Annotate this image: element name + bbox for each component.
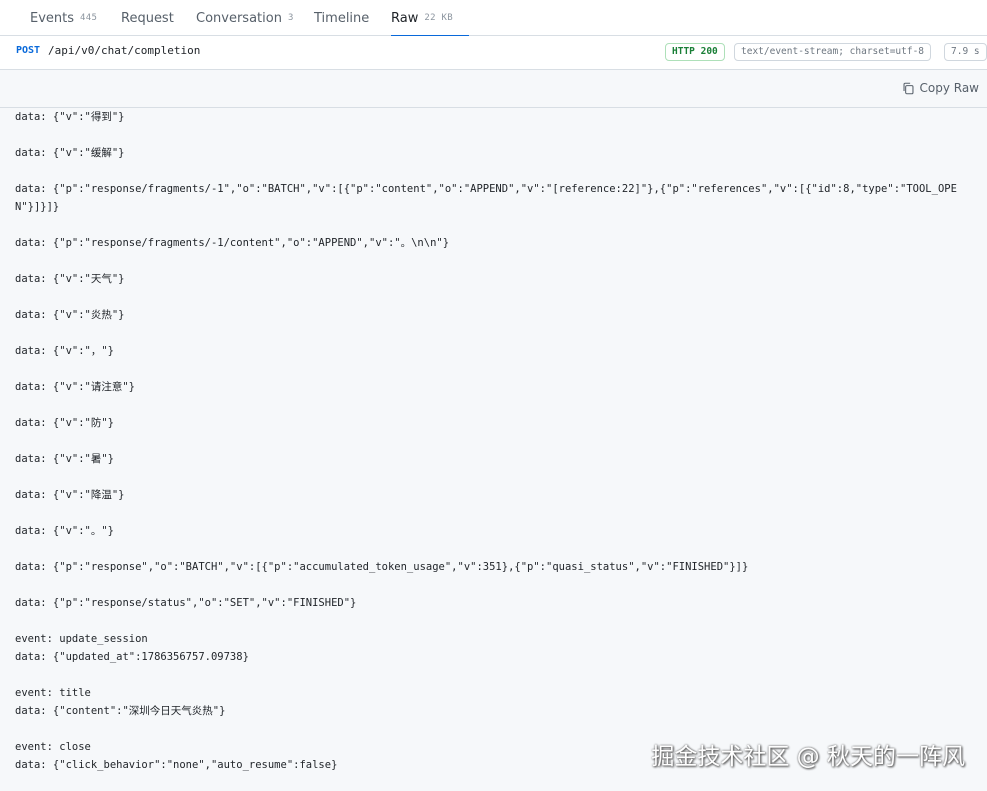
raw-line [15,432,975,450]
tab-timeline[interactable]: Timeline [314,0,369,36]
tab-label: Conversation [196,10,282,26]
raw-line: data: {"v":"。"} [15,525,115,537]
tab-events[interactable]: Events 445 [30,0,97,36]
raw-line: event: update_session [15,633,148,645]
tab-count: 3 [287,13,294,23]
raw-line [15,720,975,738]
raw-line: data: {"v":"防"} [15,417,115,429]
raw-content-panel: Copy Raw data: {"v":"得到"} data: {"v":"缓解"… [0,70,987,791]
raw-line: data: {"v":"，"} [15,345,115,357]
raw-line: data: {"p":"response/fragments/-1/conten… [15,237,450,249]
tab-count: 445 [80,13,98,23]
raw-viewer-app: Events 445 Request Conversation 3 Timeli… [0,0,987,791]
raw-line [15,324,975,342]
raw-line: data: {"p":"response/status","o":"SET","… [15,597,357,609]
raw-line [15,162,975,180]
raw-line [15,576,975,594]
raw-line [15,468,975,486]
copy-icon [903,82,913,94]
raw-line: data: {"updated_at":1786356757.09738} [15,651,249,663]
tab-request[interactable]: Request [121,0,174,36]
raw-line: data: {"p":"response","o":"BATCH","v":[{… [15,561,749,573]
raw-line [15,666,975,684]
raw-line [15,540,975,558]
content-type-badge: text/event-stream; charset=utf-8 [734,43,932,61]
raw-line: data: {"v":"得到"} [15,111,125,123]
tab-label: Request [121,10,174,26]
raw-line: data: {"v":"炎热"} [15,309,125,321]
raw-text: data: {"v":"得到"} data: {"v":"缓解"} data: {"… [15,108,975,774]
watermark-text: 掘金技术社区 @ 秋天的一阵风 [651,744,965,770]
status-badge: HTTP 200 [665,43,725,61]
raw-line [15,504,975,522]
tab-label: Timeline [314,10,370,26]
raw-line: data: {"v":"天气"} [15,273,125,285]
tab-raw[interactable]: Raw 22 KB [391,0,469,37]
raw-line [15,612,975,630]
raw-line [15,126,975,144]
raw-line: data: {"v":"降温"} [15,489,125,501]
tab-conversation[interactable]: Conversation 3 [196,0,294,36]
raw-line [15,252,975,270]
duration-badge: 7.9 s [944,43,987,61]
raw-line: data: {"v":"暑"} [15,453,115,465]
tab-label: Events [30,10,75,26]
raw-line [15,288,975,306]
copy-raw-button[interactable]: Copy Raw [902,81,980,95]
tab-label: Raw [391,10,419,26]
raw-line: event: title [15,687,91,699]
tab-count: 22 KB [424,13,453,23]
raw-line [15,360,975,378]
copy-raw-label: Copy Raw [919,81,980,95]
raw-line [15,396,975,414]
tab-bar: Events 445 Request Conversation 3 Timeli… [0,0,987,37]
request-bar: POST /api/v0/chat/completion HTTP 200 te… [0,36,987,70]
raw-line: data: {"v":"请注意"} [15,381,136,393]
http-method: POST [16,45,41,56]
raw-line: data: {"p":"response/fragments/-1","o":"… [15,183,957,213]
raw-line: data: {"v":"缓解"} [15,147,125,159]
raw-line [15,216,975,234]
watermark: 掘金技术社区 @ 秋天的一阵风 [651,737,965,771]
raw-line: data: {"content":"深圳今日天气炎热"} [15,705,226,717]
request-path: /api/v0/chat/completion [48,44,201,57]
